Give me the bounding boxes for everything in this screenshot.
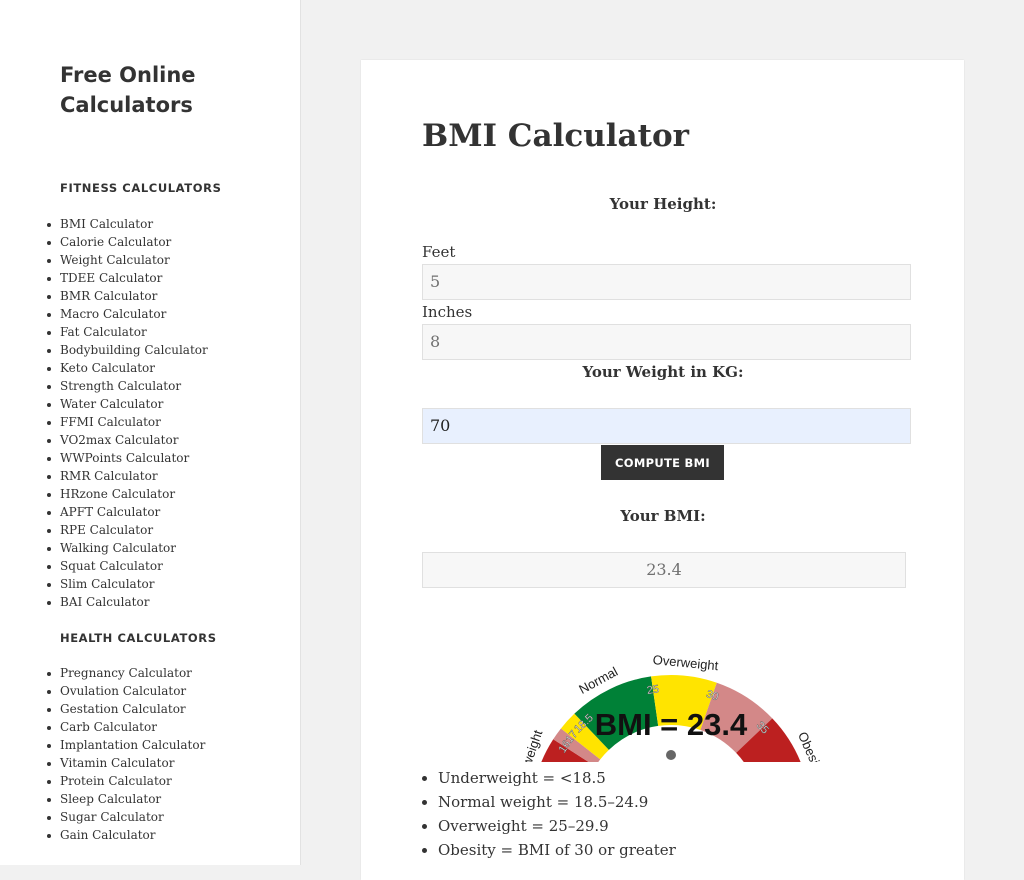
bmi-result-field: 23.4 [422, 552, 906, 588]
result-section-label: Your BMI: [620, 507, 706, 525]
fitness-calculator-item[interactable]: RMR Calculator [47, 467, 208, 485]
gauge-needle-pivot [666, 750, 676, 760]
fitness-calculator-link[interactable]: RPE Calculator [60, 523, 153, 537]
health-calculator-link[interactable]: Protein Calculator [60, 774, 172, 788]
fitness-calculator-item[interactable]: FFMI Calculator [47, 413, 208, 431]
fitness-calculator-item[interactable]: BMR Calculator [47, 287, 208, 305]
bmi-range-item: Normal weight = 18.5–24.9 [438, 790, 676, 814]
bmi-ranges-list: Underweight = <18.5Normal weight = 18.5–… [422, 766, 676, 862]
calculator-card: BMI Calculator Your Height: Feet 5 Inche… [361, 60, 964, 880]
fitness-calculator-item[interactable]: VO2max Calculator [47, 431, 208, 449]
health-calculator-link[interactable]: Vitamin Calculator [60, 756, 174, 770]
weight-input[interactable]: 70 [422, 408, 911, 444]
page-title: BMI Calculator [422, 118, 689, 154]
fitness-calculator-item[interactable]: Fat Calculator [47, 323, 208, 341]
fitness-calculator-item[interactable]: RPE Calculator [47, 521, 208, 539]
health-calculator-item[interactable]: Pregnancy Calculator [46, 664, 205, 682]
fitness-calculator-link[interactable]: Strength Calculator [60, 379, 181, 393]
fitness-calculator-list: BMI Calculator Calorie Calculator Weight C… [47, 215, 208, 611]
fitness-calculator-link[interactable]: APFT Calculator [60, 505, 160, 519]
health-calculator-item[interactable]: Sugar Calculator [46, 808, 205, 826]
health-calculator-link[interactable]: Pregnancy Calculator [60, 666, 192, 680]
inches-input[interactable]: 8 [422, 324, 911, 360]
health-calculator-item[interactable]: Gain Calculator [46, 826, 205, 844]
fitness-calculator-link[interactable]: BMI Calculator [60, 217, 153, 231]
fitness-calculator-item[interactable]: Walking Calculator [47, 539, 208, 557]
health-calculator-link[interactable]: Sleep Calculator [60, 792, 161, 806]
fitness-widget-title: FITNESS CALCULATORS [60, 181, 222, 195]
fitness-calculator-link[interactable]: BMR Calculator [60, 289, 157, 303]
fitness-calculator-item[interactable]: TDEE Calculator [47, 269, 208, 287]
gauge-tick-label: 25 [646, 683, 660, 697]
fitness-calculator-item[interactable]: APFT Calculator [47, 503, 208, 521]
fitness-calculator-link[interactable]: Macro Calculator [60, 307, 166, 321]
gauge-readout: BMI = 23.4 [595, 707, 748, 742]
feet-input[interactable]: 5 [422, 264, 911, 300]
fitness-calculator-link[interactable]: Squat Calculator [60, 559, 163, 573]
health-widget-title: HEALTH CALCULATORS [60, 631, 217, 645]
height-section-label: Your Height: [609, 195, 717, 213]
site-title-line1[interactable]: Free Online [60, 63, 196, 87]
health-calculator-item[interactable]: Sleep Calculator [46, 790, 205, 808]
health-calculator-link[interactable]: Sugar Calculator [60, 810, 164, 824]
fitness-calculator-link[interactable]: Calorie Calculator [60, 235, 171, 249]
bmi-range-item: Underweight = <18.5 [438, 766, 676, 790]
gauge-category-label: Overweight [652, 652, 719, 673]
fitness-calculator-link[interactable]: HRzone Calculator [60, 487, 175, 501]
fitness-calculator-link[interactable]: FFMI Calculator [60, 415, 161, 429]
fitness-calculator-link[interactable]: BAI Calculator [60, 595, 149, 609]
fitness-calculator-link[interactable]: WWPoints Calculator [60, 451, 189, 465]
fitness-calculator-item[interactable]: HRzone Calculator [47, 485, 208, 503]
health-calculator-link[interactable]: Carb Calculator [60, 720, 157, 734]
fitness-calculator-item[interactable]: Calorie Calculator [47, 233, 208, 251]
compute-bmi-button[interactable]: COMPUTE BMI [601, 445, 724, 480]
site-title[interactable]: Free Online Calculators [60, 60, 196, 120]
fitness-calculator-link[interactable]: VO2max Calculator [60, 433, 178, 447]
health-calculator-item[interactable]: Gestation Calculator [46, 700, 205, 718]
fitness-calculator-item[interactable]: Squat Calculator [47, 557, 208, 575]
fitness-calculator-item[interactable]: BAI Calculator [47, 593, 208, 611]
health-calculator-item[interactable]: Vitamin Calculator [46, 754, 205, 772]
inches-label: Inches [422, 303, 473, 321]
health-calculator-link[interactable]: Gain Calculator [60, 828, 156, 842]
health-calculator-item[interactable]: Protein Calculator [46, 772, 205, 790]
weight-section-label: Your Weight in KG: [582, 363, 744, 381]
gauge-category-label: Underweight [511, 728, 546, 762]
fitness-calculator-item[interactable]: WWPoints Calculator [47, 449, 208, 467]
gauge-category-label: Obesity [795, 730, 821, 762]
health-calculator-link[interactable]: Implantation Calculator [60, 738, 205, 752]
feet-label: Feet [422, 243, 456, 261]
fitness-calculator-item[interactable]: Water Calculator [47, 395, 208, 413]
fitness-calculator-link[interactable]: Keto Calculator [60, 361, 155, 375]
fitness-calculator-item[interactable]: Keto Calculator [47, 359, 208, 377]
sidebar: Free Online Calculators FITNESS CALCULAT… [0, 0, 301, 865]
fitness-calculator-link[interactable]: TDEE Calculator [60, 271, 162, 285]
fitness-calculator-link[interactable]: Water Calculator [60, 397, 163, 411]
health-calculator-item[interactable]: Ovulation Calculator [46, 682, 205, 700]
bmi-range-item: Overweight = 25–29.9 [438, 814, 676, 838]
fitness-calculator-item[interactable]: BMI Calculator [47, 215, 208, 233]
bmi-gauge: 161718.525303540 UnderweightNormalOverwe… [511, 652, 821, 762]
fitness-calculator-item[interactable]: Macro Calculator [47, 305, 208, 323]
health-calculator-list: Pregnancy Calculator Ovulation Calculator… [46, 664, 205, 844]
fitness-calculator-link[interactable]: Walking Calculator [60, 541, 176, 555]
fitness-calculator-item[interactable]: Slim Calculator [47, 575, 208, 593]
fitness-calculator-item[interactable]: Strength Calculator [47, 377, 208, 395]
health-calculator-link[interactable]: Gestation Calculator [60, 702, 186, 716]
bmi-range-item: Obesity = BMI of 30 or greater [438, 838, 676, 862]
fitness-calculator-item[interactable]: Bodybuilding Calculator [47, 341, 208, 359]
fitness-calculator-link[interactable]: RMR Calculator [60, 469, 158, 483]
health-calculator-item[interactable]: Implantation Calculator [46, 736, 205, 754]
fitness-calculator-link[interactable]: Slim Calculator [60, 577, 155, 591]
fitness-calculator-item[interactable]: Weight Calculator [47, 251, 208, 269]
site-title-line2[interactable]: Calculators [60, 93, 193, 117]
health-calculator-link[interactable]: Ovulation Calculator [60, 684, 186, 698]
fitness-calculator-link[interactable]: Weight Calculator [60, 253, 170, 267]
fitness-calculator-link[interactable]: Fat Calculator [60, 325, 147, 339]
health-calculator-item[interactable]: Carb Calculator [46, 718, 205, 736]
fitness-calculator-link[interactable]: Bodybuilding Calculator [60, 343, 208, 357]
